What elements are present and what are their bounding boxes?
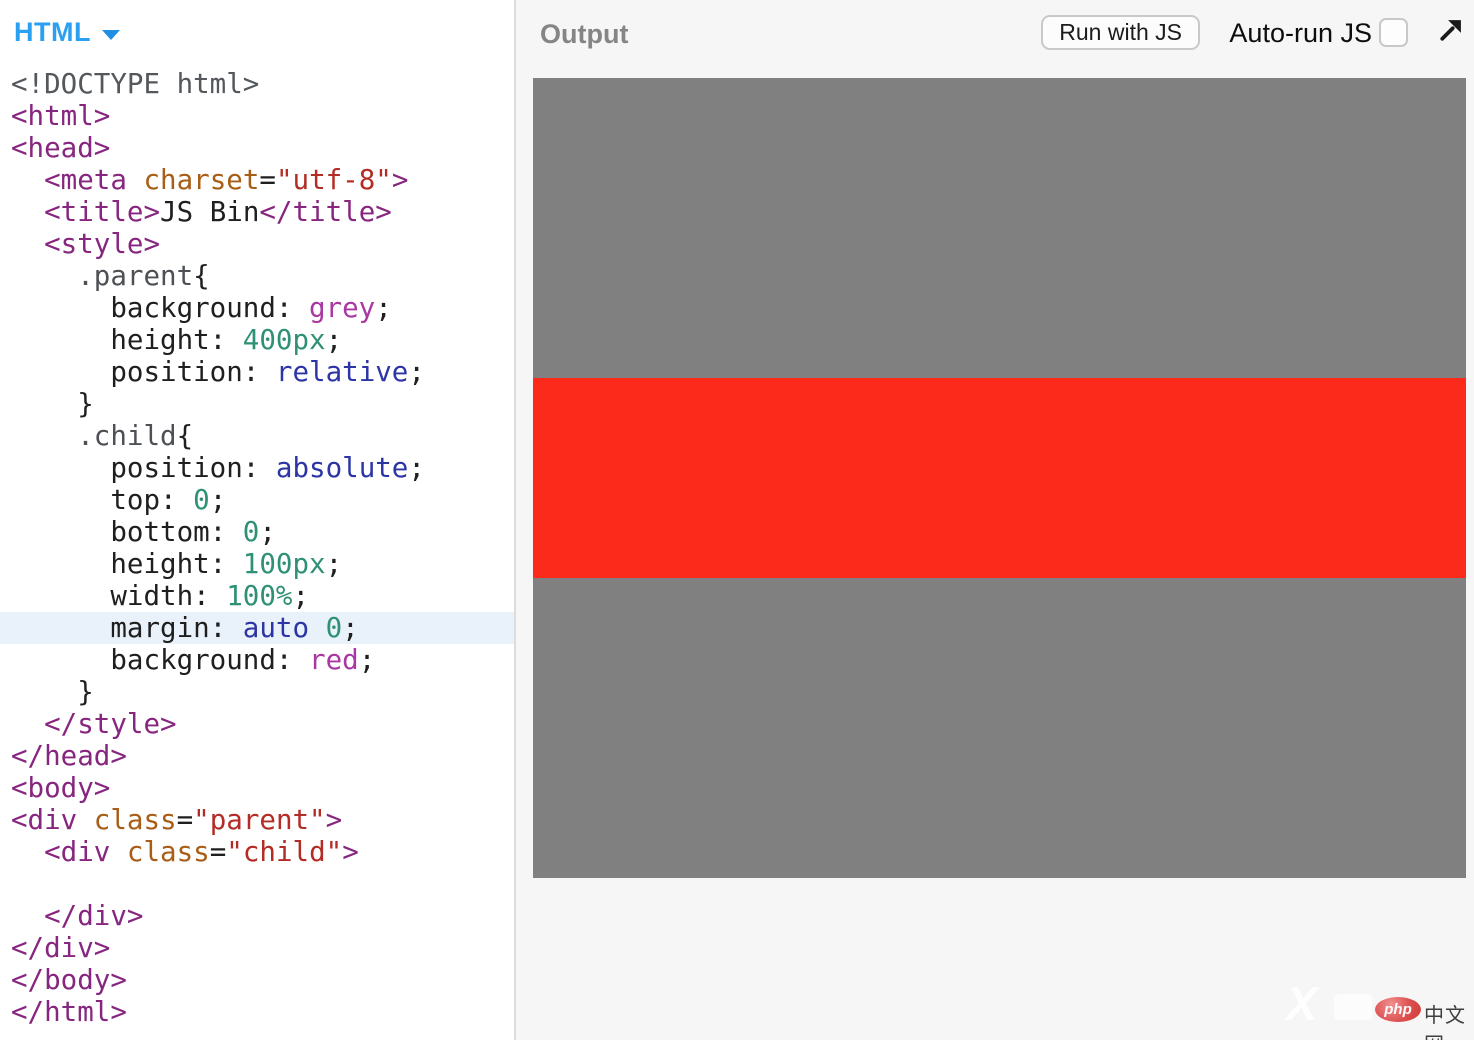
code-line: top: 0; [11, 484, 227, 516]
code-line: </body> [11, 964, 127, 996]
code-line: height: 100px; [11, 548, 343, 580]
chevron-down-icon [101, 29, 120, 40]
code-line: <div class="parent"> [11, 804, 343, 836]
code-line: </html> [11, 996, 127, 1028]
html-mode-label: HTML [14, 17, 91, 47]
run-with-js-button[interactable]: Run with JS [1041, 15, 1200, 50]
code-line: </div> [44, 900, 144, 932]
code-line: </div> [11, 932, 111, 964]
output-title: Output [540, 19, 629, 49]
code-line: <body> [11, 772, 111, 804]
preview-parent-box [533, 78, 1466, 878]
jsbin-app: HTML <!DOCTYPE html> <html> <head> <meta c… [0, 0, 1474, 1040]
html-mode-dropdown[interactable]: HTML [14, 17, 120, 48]
code-line: background: red; [11, 644, 376, 676]
code-line: margin: auto 0; [0, 612, 514, 644]
code-line: <html> [11, 100, 111, 132]
code-line: background: grey; [11, 292, 392, 324]
output-panel: Output Run with JS Auto-run JS [514, 0, 1474, 1040]
code-line: <head> [11, 132, 111, 164]
html-editor-panel: HTML <!DOCTYPE html> <html> <head> <meta c… [0, 0, 514, 1040]
code-line: .child{ [77, 420, 194, 452]
code-editor[interactable]: <!DOCTYPE html> <html> <head> <meta charse… [0, 68, 514, 1028]
code-line: } [11, 388, 94, 420]
code-line: position: relative; [11, 356, 425, 388]
output-header: Output Run with JS Auto-run JS [516, 0, 1474, 70]
auto-run-js-label: Auto-run JS [1229, 18, 1372, 48]
code-line: height: 400px; [11, 324, 343, 356]
popout-arrow-icon[interactable] [1437, 16, 1465, 44]
code-line: <style> [44, 228, 161, 260]
code-line: <div class="child"> [44, 836, 359, 868]
code-line: </head> [11, 740, 127, 772]
preview-child-box [533, 378, 1466, 578]
code-line: <title>JS Bin</title> [44, 196, 392, 228]
code-line: <!DOCTYPE html> [11, 68, 260, 100]
code-line: <meta charset="utf-8"> [44, 164, 409, 196]
code-line: .parent{ [77, 260, 210, 292]
code-line: position: absolute; [11, 452, 425, 484]
code-line: bottom: 0; [11, 516, 276, 548]
auto-run-js-checkbox[interactable] [1379, 18, 1408, 47]
code-line: } [11, 676, 94, 708]
code-line: width: 100%; [11, 580, 310, 612]
code-line: </style> [44, 708, 177, 740]
